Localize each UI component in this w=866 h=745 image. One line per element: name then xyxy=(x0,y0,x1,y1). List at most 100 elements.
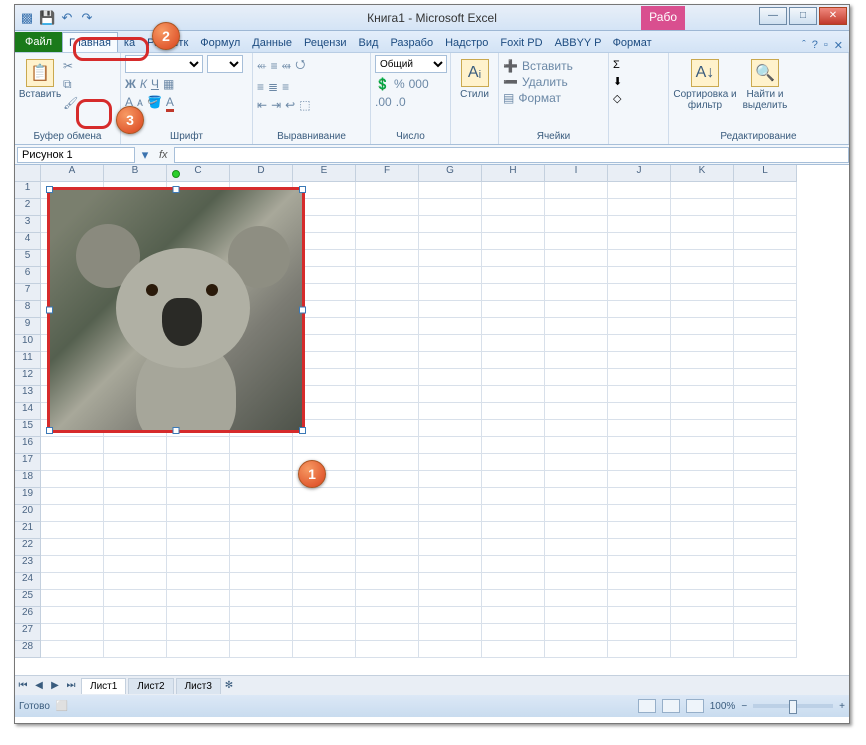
cell[interactable] xyxy=(41,590,104,607)
cell[interactable] xyxy=(230,573,293,590)
cell[interactable] xyxy=(671,522,734,539)
row-header[interactable]: 5 xyxy=(15,250,41,267)
fx-label[interactable]: fx xyxy=(153,149,174,161)
cell[interactable] xyxy=(356,182,419,199)
cell[interactable] xyxy=(356,454,419,471)
tab-format[interactable]: Формат xyxy=(607,33,658,52)
delete-cell-label[interactable]: Удалить xyxy=(522,75,568,89)
cell[interactable] xyxy=(734,267,797,284)
cell[interactable] xyxy=(671,607,734,624)
cell[interactable] xyxy=(41,454,104,471)
cell[interactable] xyxy=(734,318,797,335)
cell[interactable] xyxy=(545,267,608,284)
row-header[interactable]: 6 xyxy=(15,267,41,284)
bold-icon[interactable]: Ж xyxy=(125,77,136,91)
tab-view[interactable]: Вид xyxy=(353,33,385,52)
cell[interactable] xyxy=(671,505,734,522)
cell[interactable] xyxy=(545,199,608,216)
row-header[interactable]: 14 xyxy=(15,403,41,420)
cell[interactable] xyxy=(419,471,482,488)
sheet-tab-3[interactable]: Лист3 xyxy=(176,678,221,694)
cell[interactable] xyxy=(356,590,419,607)
cell[interactable] xyxy=(608,318,671,335)
cell[interactable] xyxy=(608,420,671,437)
cell[interactable] xyxy=(356,233,419,250)
cell[interactable] xyxy=(671,590,734,607)
percent-icon[interactable]: % xyxy=(394,77,405,91)
fill-icon[interactable]: ⬇ xyxy=(613,75,622,88)
format-cell-icon[interactable]: ▤ xyxy=(503,91,514,105)
cell[interactable] xyxy=(671,641,734,658)
cell[interactable] xyxy=(41,539,104,556)
cell[interactable] xyxy=(356,284,419,301)
namebox-dropdown-icon[interactable]: ▾ xyxy=(137,147,153,163)
cell[interactable] xyxy=(419,403,482,420)
cell[interactable] xyxy=(545,590,608,607)
cut-icon[interactable]: ✂ xyxy=(63,59,78,73)
cell[interactable] xyxy=(482,522,545,539)
cell[interactable] xyxy=(482,556,545,573)
row-header[interactable]: 1 xyxy=(15,182,41,199)
cell[interactable] xyxy=(356,386,419,403)
cell[interactable] xyxy=(419,505,482,522)
cell[interactable] xyxy=(482,352,545,369)
row-header[interactable]: 16 xyxy=(15,437,41,454)
cell[interactable] xyxy=(608,233,671,250)
cell[interactable] xyxy=(545,386,608,403)
cell[interactable] xyxy=(167,437,230,454)
col-header[interactable]: K xyxy=(671,165,734,182)
cell[interactable] xyxy=(482,624,545,641)
cell[interactable] xyxy=(671,369,734,386)
cell[interactable] xyxy=(671,301,734,318)
cell[interactable] xyxy=(545,233,608,250)
cell[interactable] xyxy=(230,556,293,573)
cell[interactable] xyxy=(545,471,608,488)
col-header[interactable]: E xyxy=(293,165,356,182)
tab-addins[interactable]: Надстро xyxy=(439,33,494,52)
cell[interactable] xyxy=(734,352,797,369)
cell[interactable] xyxy=(482,488,545,505)
cell[interactable] xyxy=(671,233,734,250)
cell[interactable] xyxy=(608,437,671,454)
cell[interactable] xyxy=(419,182,482,199)
tab-abbyy[interactable]: ABBYY P xyxy=(549,33,607,52)
cell[interactable] xyxy=(293,539,356,556)
cell[interactable] xyxy=(104,641,167,658)
view-layout-icon[interactable] xyxy=(662,699,680,713)
cell[interactable] xyxy=(734,590,797,607)
cell[interactable] xyxy=(482,369,545,386)
macro-rec-icon[interactable]: ⬜ xyxy=(56,701,68,712)
cell[interactable] xyxy=(356,573,419,590)
cell[interactable] xyxy=(356,250,419,267)
cell[interactable] xyxy=(734,403,797,420)
cell[interactable] xyxy=(671,267,734,284)
cell[interactable] xyxy=(671,199,734,216)
cell[interactable] xyxy=(482,454,545,471)
cell[interactable] xyxy=(293,556,356,573)
cell[interactable] xyxy=(608,573,671,590)
cell[interactable] xyxy=(734,488,797,505)
cell[interactable] xyxy=(167,488,230,505)
cell[interactable] xyxy=(356,471,419,488)
cell[interactable] xyxy=(230,607,293,624)
zoom-slider[interactable] xyxy=(753,704,833,708)
cell[interactable] xyxy=(671,471,734,488)
redo-icon[interactable]: ↷ xyxy=(79,10,95,26)
cell[interactable] xyxy=(608,624,671,641)
cell[interactable] xyxy=(104,573,167,590)
cell[interactable] xyxy=(734,386,797,403)
cell[interactable] xyxy=(608,522,671,539)
col-header[interactable]: J xyxy=(608,165,671,182)
cell[interactable] xyxy=(356,607,419,624)
row-header[interactable]: 21 xyxy=(15,522,41,539)
cell[interactable] xyxy=(545,437,608,454)
cell[interactable] xyxy=(545,335,608,352)
cell[interactable] xyxy=(482,505,545,522)
decrease-font-icon[interactable]: ᴀ xyxy=(137,95,143,109)
cell[interactable] xyxy=(671,539,734,556)
font-color-icon[interactable]: A xyxy=(166,95,174,109)
cell[interactable] xyxy=(293,641,356,658)
cell[interactable] xyxy=(419,199,482,216)
cell[interactable] xyxy=(419,267,482,284)
cell[interactable] xyxy=(482,403,545,420)
